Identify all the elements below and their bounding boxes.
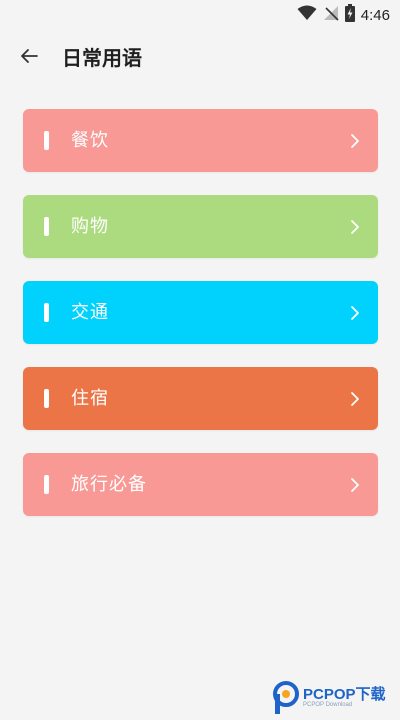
chevron-right-icon xyxy=(351,220,359,234)
status-bar: 4:46 xyxy=(0,0,400,30)
category-label: 购物 xyxy=(71,216,109,237)
category-marker xyxy=(44,389,49,408)
category-card-shopping[interactable]: 购物 xyxy=(23,195,378,258)
pcpop-logo-icon xyxy=(273,681,299,714)
category-marker xyxy=(44,303,49,322)
chevron-right-icon xyxy=(351,392,359,406)
category-marker xyxy=(44,217,49,236)
category-card-dining[interactable]: 餐饮 xyxy=(23,109,378,172)
category-card-transport[interactable]: 交通 xyxy=(23,281,378,344)
status-time: 4:46 xyxy=(360,6,390,24)
chevron-right-icon xyxy=(351,134,359,148)
category-label: 餐饮 xyxy=(71,130,109,151)
watermark-logo: PCPOP下载 PCPOP Download xyxy=(272,680,396,716)
chevron-right-icon xyxy=(351,306,359,320)
category-card-lodging[interactable]: 住宿 xyxy=(23,367,378,430)
arrow-left-icon xyxy=(20,48,38,68)
category-label: 旅行必备 xyxy=(71,474,147,495)
back-button[interactable] xyxy=(14,44,44,72)
watermark-sub: PCPOP Download xyxy=(303,702,353,708)
watermark-brand: PCPOP下载 xyxy=(303,686,386,703)
page-title: 日常用语 xyxy=(62,46,142,70)
category-label: 交通 xyxy=(71,302,109,323)
category-card-travel-essentials[interactable]: 旅行必备 xyxy=(23,453,378,516)
category-label: 住宿 xyxy=(71,388,109,409)
category-marker xyxy=(44,475,49,494)
category-marker xyxy=(44,131,49,150)
category-list: 餐饮 购物 交通 住宿 旅行必备 xyxy=(23,109,378,539)
chevron-right-icon xyxy=(351,478,359,492)
wifi-icon xyxy=(297,5,317,25)
app-bar: 日常用语 xyxy=(0,36,400,80)
no-signal-icon xyxy=(323,5,339,25)
battery-charging-icon xyxy=(344,4,355,26)
